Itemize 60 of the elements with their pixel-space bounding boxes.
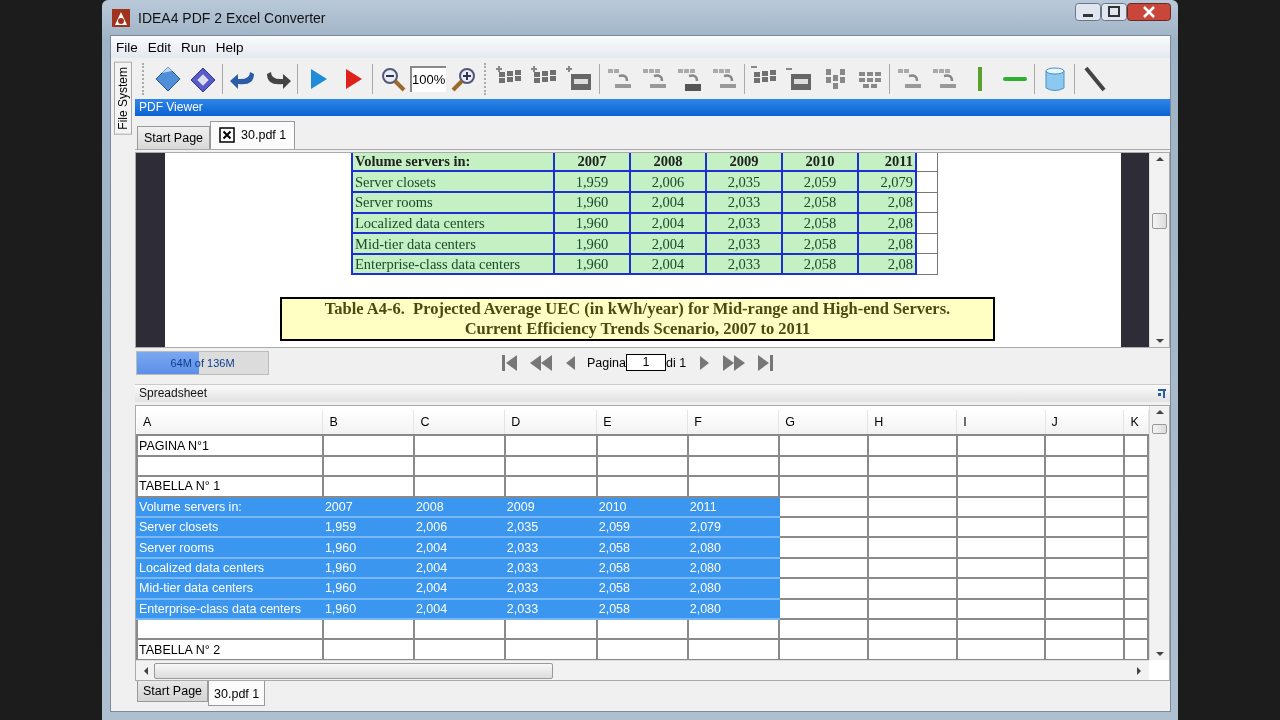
table-cell: Localized data centers: [352, 212, 554, 234]
close-button[interactable]: [1127, 3, 1171, 21]
table-cell: 2010: [782, 152, 858, 172]
memory-text: 64M of 136M: [170, 356, 235, 369]
column-header[interactable]: D: [504, 410, 597, 436]
table-cell: 2008: [630, 152, 706, 172]
pin-icon[interactable]: [1156, 387, 1168, 400]
scrollbar[interactable]: [136, 660, 1149, 681]
column-header[interactable]: F: [687, 410, 779, 436]
table-cell: TABELLA N° 1: [137, 476, 323, 497]
tab[interactable]: 30.pdf 1: [210, 120, 296, 149]
scrollbar[interactable]: [1149, 152, 1169, 347]
table-cell: 2007: [554, 152, 630, 172]
column-header[interactable]: H: [867, 410, 957, 436]
table-cell: Server rooms: [352, 192, 554, 213]
menu-item[interactable]: Help: [210, 39, 249, 55]
menu-item[interactable]: Edit: [142, 39, 177, 55]
scroll-thumb[interactable]: [1152, 424, 1167, 435]
panel-header: PDF Viewer: [135, 99, 1170, 117]
table-cell: Server rooms: [137, 537, 323, 558]
maximize-button[interactable]: [1101, 3, 1127, 21]
column-header[interactable]: B: [322, 410, 414, 436]
panel-header: Spreadsheet: [139, 385, 208, 403]
tab[interactable]: Start Page: [137, 681, 209, 703]
table-cell: Enterprise-class data centers: [137, 598, 323, 619]
menu-item[interactable]: File: [111, 39, 143, 55]
column-header[interactable]: E: [596, 410, 688, 436]
tab[interactable]: 30.pdf 1: [208, 681, 266, 707]
table-cell: Enterprise-class data centers: [352, 253, 554, 275]
column-header[interactable]: G: [778, 410, 868, 436]
column-header[interactable]: K: [1123, 410, 1148, 436]
table-cell: 2009: [706, 152, 782, 172]
table-cell: Localized data centers: [137, 557, 323, 579]
page-total: di 1: [665, 355, 687, 370]
page-label: Pagina: [587, 355, 626, 370]
app-icon: [112, 8, 130, 27]
window-title: IDEA4 PDF 2 Excel Converter: [138, 9, 326, 26]
table-cell: Mid-tier data centers: [352, 233, 554, 254]
side-tab[interactable]: File System: [114, 62, 132, 135]
tab[interactable]: Start Page: [137, 125, 211, 149]
scrollbar[interactable]: [1149, 406, 1169, 661]
table-cell: Server closets: [137, 517, 323, 538]
table-cell: Mid-tier data centers: [137, 578, 323, 599]
table-cell: Volume servers in:: [352, 152, 554, 172]
column-header[interactable]: A: [137, 410, 323, 436]
column-header[interactable]: J: [1045, 410, 1124, 436]
column-header[interactable]: C: [413, 410, 505, 436]
table-cell: 2011: [858, 152, 916, 172]
table-cell: PAGINA N°1: [137, 435, 323, 456]
close-icon[interactable]: [219, 127, 236, 144]
table-cell: Volume servers in:: [137, 496, 323, 517]
table-cell: Server closets: [352, 171, 554, 193]
column-header[interactable]: I: [956, 410, 1046, 436]
minimize-button[interactable]: [1075, 3, 1101, 21]
menu-item[interactable]: Run: [176, 39, 211, 55]
page-field[interactable]: 1: [625, 354, 666, 372]
table-caption: Table A4-6. Projected Average UEC (in kWh/year) for Mid-range and High-end Servers. Current Efficiency Trends Scenario, 2007 to 2011: [280, 297, 995, 342]
scroll-thumb[interactable]: [154, 662, 553, 679]
zoom-field[interactable]: 100%: [410, 65, 446, 92]
scroll-thumb[interactable]: [1152, 212, 1167, 229]
